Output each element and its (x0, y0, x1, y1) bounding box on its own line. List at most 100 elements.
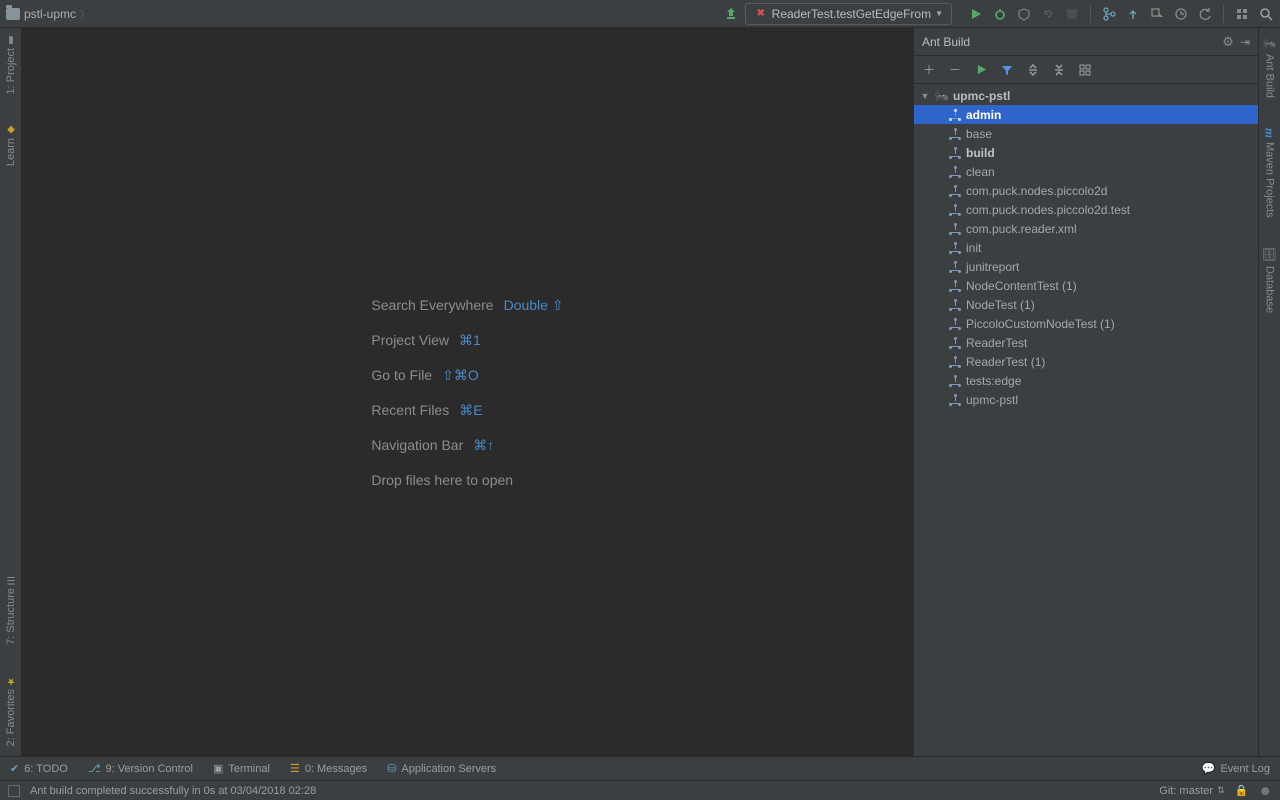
tool-tab-project[interactable]: 1: Project ▮ (5, 34, 17, 94)
vcs-icon: ⎇ (88, 762, 101, 775)
ant-target[interactable]: junitreport (914, 257, 1258, 276)
messages-icon: ☰ (290, 762, 300, 775)
ant-target[interactable]: admin (914, 105, 1258, 124)
run-config-name: ReaderTest.testGetEdgeFrom (772, 7, 931, 21)
vcs-history-icon[interactable] (1173, 6, 1189, 22)
run-config-area: ✖ ReaderTest.testGetEdgeFrom ▼ (723, 3, 1274, 25)
ant-target-label: com.puck.reader.xml (966, 222, 1077, 236)
ant-target[interactable]: upmc-pstl (914, 390, 1258, 409)
run-target-icon[interactable] (974, 63, 988, 77)
target-icon (948, 184, 962, 198)
ant-target[interactable]: ReaderTest (1) (914, 352, 1258, 371)
navigation-bar: pstl-upmc 〉 ✖ ReaderTest.testGetEdgeFrom… (0, 0, 1280, 28)
ant-target[interactable]: com.puck.nodes.piccolo2d.test (914, 200, 1258, 219)
ant-tab-icon: 🐜 (1263, 38, 1276, 51)
project-structure-icon[interactable] (1234, 6, 1250, 22)
learn-tab-icon: ◆ (5, 124, 16, 135)
ant-target[interactable]: ReaderTest (914, 333, 1258, 352)
ant-target-label: build (966, 146, 995, 160)
debug-icon[interactable] (992, 6, 1008, 22)
git-branch-label: Git: master (1159, 785, 1213, 797)
properties-icon[interactable] (1078, 63, 1092, 77)
shortcut-label: Search Everywhere (371, 297, 493, 313)
tool-tab-favorites[interactable]: 2: Favorites ★ (5, 675, 17, 746)
tool-tab-messages[interactable]: ☰ 0: Messages (290, 762, 367, 775)
ant-target-label: tests:edge (966, 374, 1021, 388)
vcs-branch-icon[interactable] (1101, 6, 1117, 22)
tool-tab-todo[interactable]: ✔ 6: TODO (10, 762, 68, 775)
ant-target[interactable]: base (914, 124, 1258, 143)
ant-target[interactable]: PiccoloCustomNodeTest (1) (914, 314, 1258, 333)
filter-icon[interactable] (1000, 63, 1014, 77)
ant-toolbar: ＋ － (914, 56, 1258, 84)
coverage-icon[interactable] (1016, 6, 1032, 22)
shortcut-row: Drop files here to open (371, 472, 563, 488)
vcs-update-icon[interactable] (1125, 6, 1141, 22)
ant-target-label: NodeContentTest (1) (966, 279, 1077, 293)
collapse-all-icon[interactable] (1052, 63, 1066, 77)
ant-root-label: upmc-pstl (953, 89, 1010, 103)
tool-tab-favorites-label: 2: Favorites (5, 689, 17, 746)
ant-target-label: base (966, 127, 992, 141)
ant-root-node[interactable]: ▼ 🐜 upmc-pstl (914, 86, 1258, 105)
tool-tab-vcs[interactable]: ⎇ 9: Version Control (88, 762, 193, 775)
tool-tab-structure-label: 7: Structure (5, 588, 17, 645)
tool-tab-learn[interactable]: Learn ◆ (5, 124, 17, 166)
target-icon (948, 355, 962, 369)
tool-tab-todo-label: 6: TODO (24, 763, 68, 775)
search-icon[interactable] (1258, 6, 1274, 22)
tool-tab-structure[interactable]: 7: Structure ☰ (5, 574, 17, 645)
main-area: 1: Project ▮ Learn ◆ 7: Structure ☰ 2: F… (0, 28, 1280, 756)
tool-tab-appservers-label: Application Servers (401, 763, 496, 775)
ant-target[interactable]: com.puck.reader.xml (914, 219, 1258, 238)
git-branch-widget[interactable]: Git: master ⇅ (1159, 785, 1224, 797)
ant-target[interactable]: tests:edge (914, 371, 1258, 390)
status-window-icon[interactable] (8, 785, 20, 797)
ant-target[interactable]: NodeContentTest (1) (914, 276, 1258, 295)
tool-tab-eventlog[interactable]: 💬 Event Log (1202, 762, 1270, 775)
vcs-revert-icon[interactable] (1197, 6, 1213, 22)
hector-icon[interactable]: ☻ (1258, 783, 1272, 798)
shortcut-key: ⌘E (459, 402, 482, 419)
vcs-commit-icon[interactable] (1149, 6, 1165, 22)
shortcut-key: ⇧⌘O (442, 367, 479, 384)
tool-tab-terminal-label: Terminal (228, 763, 270, 775)
lock-icon[interactable]: 🔒 (1235, 784, 1249, 797)
ant-target[interactable]: clean (914, 162, 1258, 181)
favorites-tab-icon: ★ (5, 675, 16, 686)
target-icon (948, 165, 962, 179)
left-tool-stripe: 1: Project ▮ Learn ◆ 7: Structure ☰ 2: F… (0, 28, 22, 756)
ant-tree[interactable]: ▼ 🐜 upmc-pstl admin base build clean com.puc… (914, 84, 1258, 756)
add-icon[interactable]: ＋ (922, 63, 936, 77)
build-icon[interactable] (723, 6, 739, 22)
ant-target[interactable]: init (914, 238, 1258, 257)
ant-target-label: clean (966, 165, 995, 179)
ant-target[interactable]: NodeTest (1) (914, 295, 1258, 314)
expand-all-icon[interactable] (1026, 63, 1040, 77)
target-icon (948, 393, 962, 407)
breadcrumb[interactable]: pstl-upmc 〉 (6, 6, 723, 21)
gear-icon[interactable]: ⚙ (1222, 34, 1234, 50)
hide-panel-icon[interactable]: ⇥ (1240, 35, 1250, 49)
target-icon (948, 127, 962, 141)
ant-target[interactable]: build (914, 143, 1258, 162)
tool-tab-maven[interactable]: m Maven Projects (1262, 128, 1278, 217)
tool-tab-database[interactable]: 🗄 Database (1263, 247, 1277, 312)
target-icon (948, 279, 962, 293)
stop-icon (1064, 6, 1080, 22)
terminal-icon: ▣ (213, 762, 223, 775)
breadcrumb-project[interactable]: pstl-upmc (24, 7, 76, 21)
run-icon[interactable] (968, 6, 984, 22)
ant-target-label: com.puck.nodes.piccolo2d.test (966, 203, 1130, 217)
ant-icon: 🐜 (934, 89, 949, 103)
ant-target[interactable]: com.puck.nodes.piccolo2d (914, 181, 1258, 200)
expand-arrow-icon[interactable]: ▼ (920, 91, 930, 101)
tool-tab-ant[interactable]: 🐜 Ant Build (1263, 38, 1276, 98)
right-tool-stripe: 🐜 Ant Build m Maven Projects 🗄 Database (1258, 28, 1280, 756)
tool-tab-terminal[interactable]: ▣ Terminal (213, 762, 270, 775)
remove-icon[interactable]: － (948, 63, 962, 77)
tool-tab-ant-label: Ant Build (1264, 54, 1276, 98)
tool-tab-appservers[interactable]: ⛁ Application Servers (387, 762, 496, 775)
tool-tab-eventlog-label: Event Log (1220, 763, 1270, 775)
run-config-dropdown[interactable]: ✖ ReaderTest.testGetEdgeFrom ▼ (745, 3, 952, 25)
